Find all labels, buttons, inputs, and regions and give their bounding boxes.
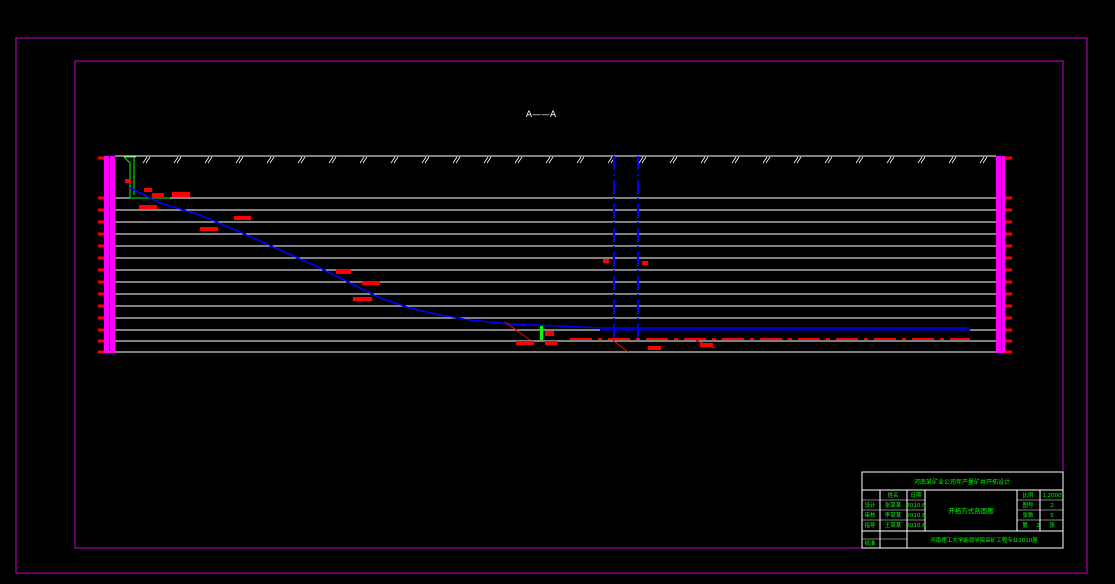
elevation-label-block: [234, 216, 251, 220]
elevation-tick-left: [98, 220, 104, 224]
elevation-tick-right: [1005, 350, 1012, 354]
row-1-role: 设计: [864, 501, 876, 509]
surface-hatch: [142, 156, 988, 164]
elevation-tick-right: [1005, 328, 1012, 332]
left-borehole: [104, 156, 115, 353]
cad-drawing-canvas: A——A 河南某矿业公司年产量矿井开拓设计 开拓方式剖面图 姓名 日期 设计 张…: [15, 37, 1088, 574]
elevation-tick-right: [1005, 256, 1012, 260]
drawing-no-label: 图号: [1022, 501, 1034, 509]
elevation-tick-right: [1005, 156, 1012, 160]
elevation-labels: [125, 179, 713, 350]
elevation-tick-right: [1005, 220, 1012, 224]
scale-label: 比例: [1022, 491, 1034, 499]
school-label: 河南理工大学能源学院采矿工程专业2010届: [930, 536, 1038, 544]
elevation-ticks: [98, 156, 1012, 354]
elevation-label-block: [648, 346, 661, 350]
elevation-label-block: [125, 179, 131, 183]
elevation-label-block: [642, 261, 648, 265]
sheet-index-suffix: 张: [1049, 521, 1055, 529]
elevation-label-block: [603, 259, 609, 263]
elevation-tick-right: [1005, 280, 1012, 284]
sheets-label: 张数: [1022, 511, 1034, 519]
elevation-tick-right: [1005, 208, 1012, 212]
elevation-label-block: [139, 205, 157, 209]
elevation-label-block: [362, 281, 380, 285]
elevation-label-block: [172, 192, 190, 197]
approve-label: 批准: [864, 539, 876, 547]
elevation-label-block: [353, 297, 372, 301]
elevation-label-block: [336, 269, 351, 274]
row-2-name: 李某某: [885, 511, 902, 519]
elevation-label-block: [700, 343, 713, 347]
elevation-tick-left: [98, 232, 104, 236]
header-date: 日期: [910, 492, 922, 499]
elevation-tick-right: [1005, 304, 1012, 308]
elevation-label-block: [200, 227, 218, 231]
elevation-tick-right: [1005, 292, 1012, 296]
elevation-tick-left: [98, 256, 104, 260]
row-2-date: 2010.6: [906, 513, 926, 519]
elevation-tick-right: [1005, 339, 1012, 343]
elevation-tick-right: [1005, 268, 1012, 272]
elevation-label-block: [144, 188, 152, 192]
project-title: 河南某矿业公司年产量矿井开拓设计: [914, 478, 1010, 486]
elevation-label-block: [545, 341, 557, 345]
row-3-role: 指导: [864, 521, 876, 529]
row-3-name: 王某某: [885, 522, 902, 529]
elevation-tick-left: [98, 339, 104, 343]
sheet-index-value: 2: [1036, 523, 1040, 529]
right-borehole: [996, 156, 1005, 353]
station-marker: [540, 326, 543, 340]
drawing-title: 开拓方式剖面图: [948, 506, 994, 515]
section-grid: [102, 155, 1010, 353]
title-block: 河南某矿业公司年产量矿井开拓设计 开拓方式剖面图 姓名 日期 设计 张某某 20…: [861, 471, 1064, 549]
elevation-tick-left: [98, 208, 104, 212]
row-2-role: 审核: [864, 511, 876, 519]
elevation-label-block: [152, 193, 164, 197]
elevation-tick-left: [98, 156, 104, 160]
row-3-date: 2010.6: [906, 523, 926, 529]
elevation-tick-right: [1005, 196, 1012, 200]
elevation-tick-left: [98, 304, 104, 308]
section-label: A——A: [526, 110, 557, 120]
row-1-date: 2010.6: [906, 503, 926, 509]
elevation-tick-left: [98, 196, 104, 200]
sheet-index-label: 第: [1022, 521, 1028, 529]
elevation-tick-left: [98, 244, 104, 248]
elevation-tick-left: [98, 268, 104, 272]
elevation-tick-left: [98, 350, 104, 354]
elevation-tick-left: [98, 280, 104, 284]
elevation-tick-left: [98, 316, 104, 320]
elevation-tick-left: [98, 292, 104, 296]
elevation-label-block: [545, 331, 554, 336]
scale-value: 1:2000: [1042, 493, 1062, 499]
header-name: 姓名: [887, 491, 898, 499]
elevation-tick-right: [1005, 244, 1012, 248]
incline-line-2: [609, 337, 629, 353]
drawing-no-value: 2: [1050, 503, 1054, 509]
sheets-value: 5: [1050, 513, 1054, 519]
elevation-tick-right: [1005, 316, 1012, 320]
elevation-label-block: [516, 341, 534, 345]
elevation-tick-right: [1005, 232, 1012, 236]
row-1-name: 张某某: [885, 501, 902, 509]
elevation-tick-left: [98, 328, 104, 332]
